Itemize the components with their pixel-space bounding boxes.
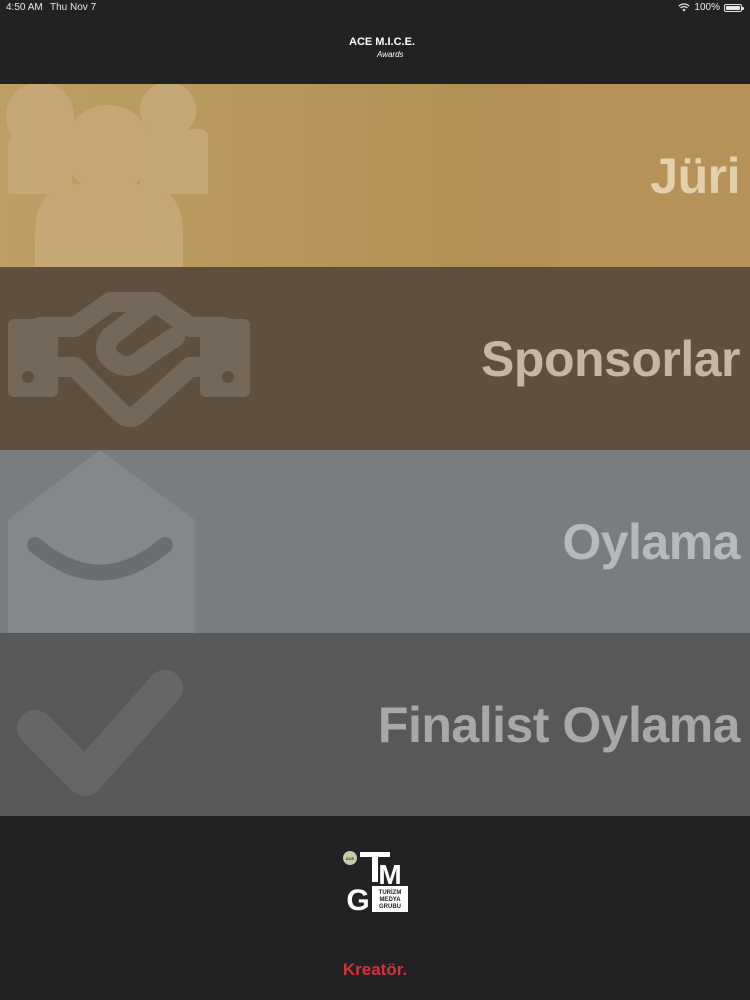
- wifi-icon: [678, 3, 691, 12]
- battery-fill: [726, 5, 740, 10]
- kreator-credit[interactable]: Kreatör.: [0, 960, 750, 980]
- battery-icon: [724, 3, 744, 12]
- handshake-icon: [8, 292, 250, 427]
- battery-percent: 100%: [694, 2, 720, 13]
- app-header: ACE M.I.C.E. Awards: [0, 16, 750, 84]
- status-time: 4:50 AM: [6, 2, 43, 13]
- menu-item-finalist-oylama[interactable]: Finalist Oylama: [0, 633, 750, 816]
- menu-item-oylama[interactable]: Oylama: [0, 450, 750, 633]
- logo-subtitle: Awards: [377, 50, 404, 59]
- group-icon: [6, 84, 208, 267]
- checkmark-icon: [17, 670, 183, 796]
- menu-label-sponsorlar: Sponsorlar: [481, 330, 740, 387]
- tmg-logo: ACE M G T TURİZM MEDYA GRUBU: [342, 848, 408, 912]
- ace-mice-awards-logo: ACE M.I.C.E. Awards: [349, 36, 415, 66]
- tmg-letter-g: G: [346, 884, 369, 912]
- tmg-text-turizm: TURİZM: [379, 889, 402, 896]
- menu-item-juri[interactable]: Jüri: [0, 84, 750, 267]
- status-date: Thu Nov 7: [50, 2, 97, 13]
- tmg-letter-m: M: [378, 859, 401, 890]
- logo-title: ACE M.I.C.E.: [349, 36, 416, 48]
- menu-label-juri: Jüri: [650, 147, 740, 204]
- app-footer: ACE M G T TURİZM MEDYA GRUBU Kreatör.: [0, 816, 750, 1000]
- menu-label-finalist-oylama: Finalist Oylama: [377, 696, 741, 753]
- tmg-text-grubu: GRUBU: [379, 904, 401, 910]
- menu-item-sponsorlar[interactable]: Sponsorlar: [0, 267, 750, 450]
- status-right: 100%: [678, 2, 744, 13]
- status-bar: 4:50 AM Thu Nov 7 100%: [0, 0, 750, 16]
- tmg-text-medya: MEDYA: [379, 897, 401, 903]
- badge-text: ACE: [346, 856, 355, 861]
- envelope-icon: [8, 450, 195, 633]
- menu-label-oylama: Oylama: [562, 513, 740, 570]
